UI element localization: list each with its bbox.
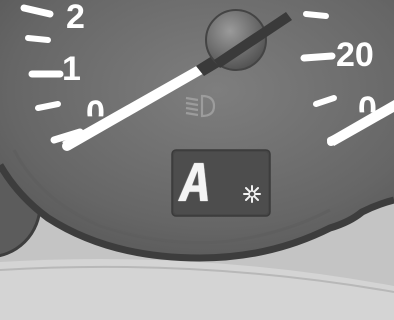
instrument-cluster: 2 1 0 20 0 A (0, 0, 394, 320)
speedometer-label-1: 1 (62, 50, 81, 88)
speedometer-label-2: 2 (66, 0, 85, 36)
tachometer-label-20: 20 (336, 36, 374, 74)
dial-face (0, 0, 394, 258)
snowflake-icon (243, 185, 261, 203)
